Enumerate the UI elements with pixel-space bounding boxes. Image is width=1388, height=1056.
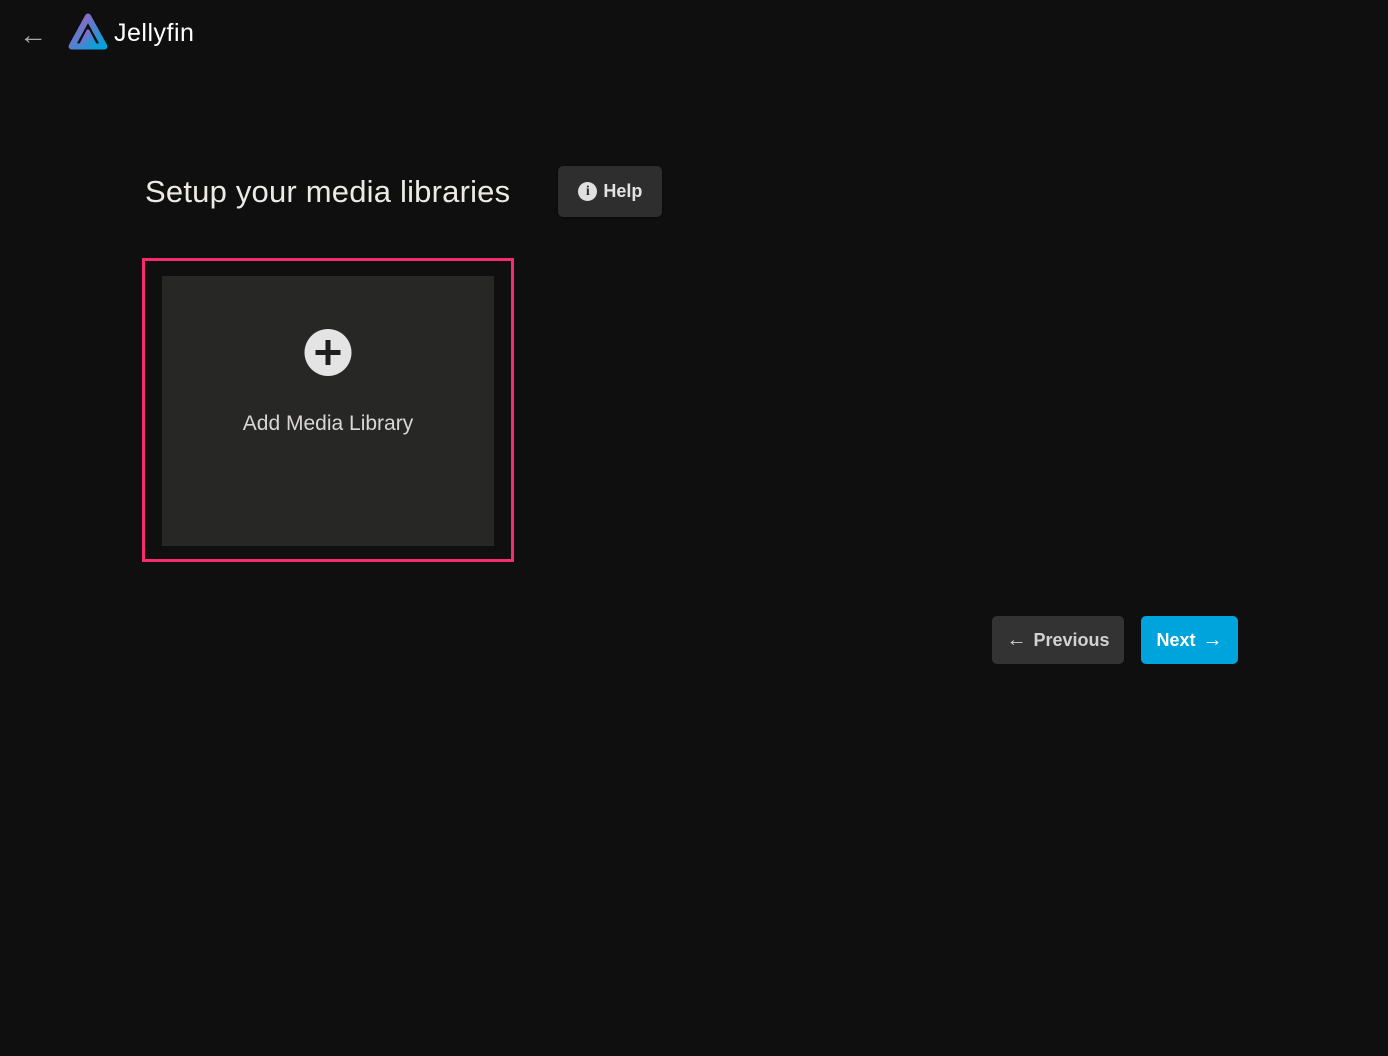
wizard-nav: ← Previous Next → [992,616,1238,664]
brand-name: Jellyfin [114,19,194,48]
add-media-library-card[interactable]: Add Media Library [162,276,494,546]
arrow-left-icon: ← [19,21,47,49]
app-bar: ← Jellyfin [0,0,1388,68]
add-media-library-label: Add Media Library [162,412,494,436]
next-button[interactable]: Next → [1141,616,1238,664]
help-button[interactable]: i Help [558,166,662,217]
setup-wizard-screen: ← Jellyfin Setup your media libraries i … [0,0,1388,1056]
help-button-label: Help [603,181,642,202]
page-title: Setup your media libraries [145,174,510,210]
jellyfin-logo-icon [64,8,112,58]
previous-button[interactable]: ← Previous [992,616,1124,664]
plus-circle-icon [305,329,352,376]
arrow-left-icon: ← [1006,630,1026,650]
arrow-right-icon: → [1203,630,1223,650]
brand: Jellyfin [64,8,194,58]
info-icon: i [578,182,597,201]
heading-row: Setup your media libraries i Help [145,166,662,217]
back-button[interactable]: ← [16,18,50,52]
previous-button-label: Previous [1033,630,1109,651]
next-button-label: Next [1157,630,1196,651]
